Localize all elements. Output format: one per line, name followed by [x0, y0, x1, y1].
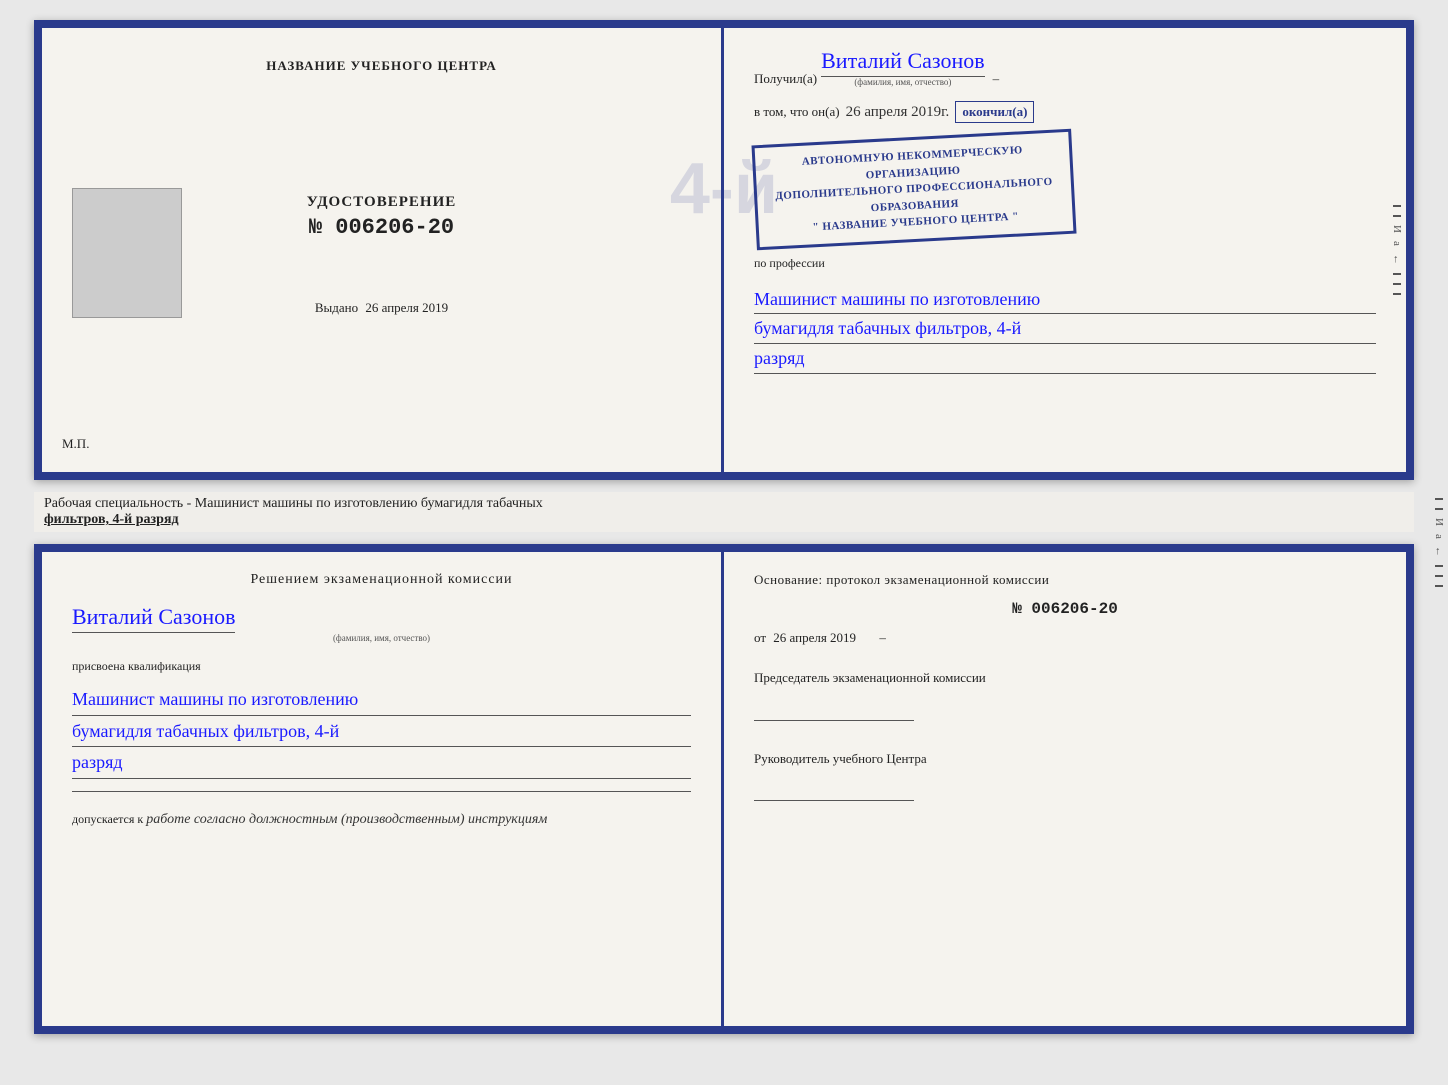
deco-b-letter-i: И: [1433, 518, 1445, 526]
diploma-right-panel: Получил(а) Виталий Сазонов (фамилия, имя…: [724, 28, 1406, 472]
bottom-right-panel: Основание: протокол экзаменационной коми…: [724, 552, 1406, 1026]
recipient-subtitle: (фамилия, имя, отчество): [854, 77, 951, 87]
admission-value: работе согласно должностным (производств…: [146, 812, 547, 827]
commission-title: Решением экзаменационной комиссии: [72, 572, 691, 588]
profession-line3: разряд: [754, 344, 1376, 374]
deco-letter-left: ←: [1391, 254, 1403, 265]
deco-b-dash-4: [1435, 575, 1443, 577]
admission-text: допускается к работе согласно должностны…: [72, 812, 691, 828]
profession-label: по профессии: [754, 256, 1376, 271]
qual-line2: бумагидля табачных фильтров, 4-й: [72, 716, 691, 748]
recipient-line: Получил(а) Виталий Сазонов (фамилия, имя…: [754, 48, 1376, 87]
watermark-4: 4-й: [670, 148, 778, 230]
deco-dash-4: [1393, 283, 1401, 285]
date-line: в том, что он(а) 26 апреля 2019г. окончи…: [754, 101, 1376, 123]
mp-label: М.П.: [62, 436, 89, 452]
dash: –: [993, 71, 1000, 87]
deco-b-dash-3: [1435, 565, 1443, 567]
deco-dash-3: [1393, 273, 1401, 275]
issued-date: 26 апреля 2019: [365, 300, 448, 315]
deco-b-letter-left: ←: [1433, 546, 1445, 557]
qualification-text: Машинист машины по изготовлению бумагидл…: [72, 684, 691, 779]
director-signature-line: [754, 800, 914, 801]
diploma-top: НАЗВАНИЕ УЧЕБНОГО ЦЕНТРА УДОСТОВЕРЕНИЕ №…: [34, 20, 1414, 480]
qual-line1: Машинист машины по изготовлению: [72, 684, 691, 716]
profession-line1: Машинист машины по изготовлению: [754, 285, 1376, 315]
qualification-label: присвоена квалификация: [72, 659, 691, 674]
date-from-value: 26 апреля 2019: [773, 630, 856, 645]
deco-dash-1: [1393, 205, 1401, 207]
profession-line2: бумагидля табачных фильтров, 4-й: [754, 314, 1376, 344]
deco-letter-a: а: [1391, 241, 1403, 246]
middle-text-section: Рабочая специальность - Машинист машины …: [34, 492, 1414, 532]
recipient-prefix: Получил(а): [754, 71, 817, 87]
date-dash: –: [879, 630, 886, 645]
date-from: от 26 апреля 2019 –: [754, 630, 1376, 646]
date-prefix: в том, что он(а): [754, 104, 840, 120]
protocol-number: № 006206-20: [754, 600, 1376, 618]
bottom-section: Решением экзаменационной комиссии Витали…: [34, 544, 1414, 1034]
chairman-label: Председатель экзаменационной комиссии: [754, 668, 1376, 688]
diploma-left-panel: НАЗВАНИЕ УЧЕБНОГО ЦЕНТРА УДОСТОВЕРЕНИЕ №…: [42, 28, 724, 472]
issued-label: Выдано: [315, 300, 358, 315]
bottom-left-panel: Решением экзаменационной комиссии Витали…: [42, 552, 724, 1026]
deco-dash-5: [1393, 293, 1401, 295]
date-value: 26 апреля 2019г.: [846, 104, 950, 121]
school-name-title: НАЗВАНИЕ УЧЕБНОГО ЦЕНТРА: [266, 58, 497, 74]
recipient-name: Виталий Сазонов: [821, 48, 984, 77]
right-decoration: И а ←: [1388, 28, 1406, 472]
separator: [72, 791, 691, 792]
cert-heading: УДОСТОВЕРЕНИЕ: [307, 194, 457, 211]
director-label: Руководитель учебного Центра: [754, 749, 1376, 769]
cert-number: № 006206-20: [309, 215, 454, 240]
admission-prefix: допускается к: [72, 812, 143, 826]
bottom-person-name: Виталий Сазонов: [72, 604, 235, 633]
deco-b-dash-2: [1435, 508, 1443, 510]
middle-text-line1: Рабочая специальность - Машинист машины …: [44, 496, 543, 511]
photo-placeholder: [72, 188, 182, 318]
issued-line: Выдано 26 апреля 2019: [315, 300, 448, 316]
deco-letter-i: И: [1391, 225, 1403, 233]
finished-label: окончил(а): [955, 101, 1034, 123]
deco-b-dash-5: [1435, 585, 1443, 587]
bottom-right-decoration: И а ←: [1430, 0, 1448, 1085]
deco-b-dash-1: [1435, 498, 1443, 500]
qual-line3: разряд: [72, 747, 691, 779]
stamp: АВТОНОМНУЮ НЕКОММЕРЧЕСКУЮ ОРГАНИЗАЦИЮ ДО…: [751, 129, 1076, 250]
deco-b-letter-a: а: [1433, 534, 1445, 539]
profession-text: Машинист машины по изготовлению бумагидл…: [754, 285, 1376, 374]
deco-dash-2: [1393, 215, 1401, 217]
middle-text-line2: фильтров, 4-й разряд: [44, 512, 179, 527]
basis-label: Основание: протокол экзаменационной коми…: [754, 572, 1376, 588]
chairman-signature-line: [754, 720, 914, 721]
bottom-person-subtitle: (фамилия, имя, отчество): [333, 633, 430, 643]
date-from-prefix: от: [754, 630, 766, 645]
